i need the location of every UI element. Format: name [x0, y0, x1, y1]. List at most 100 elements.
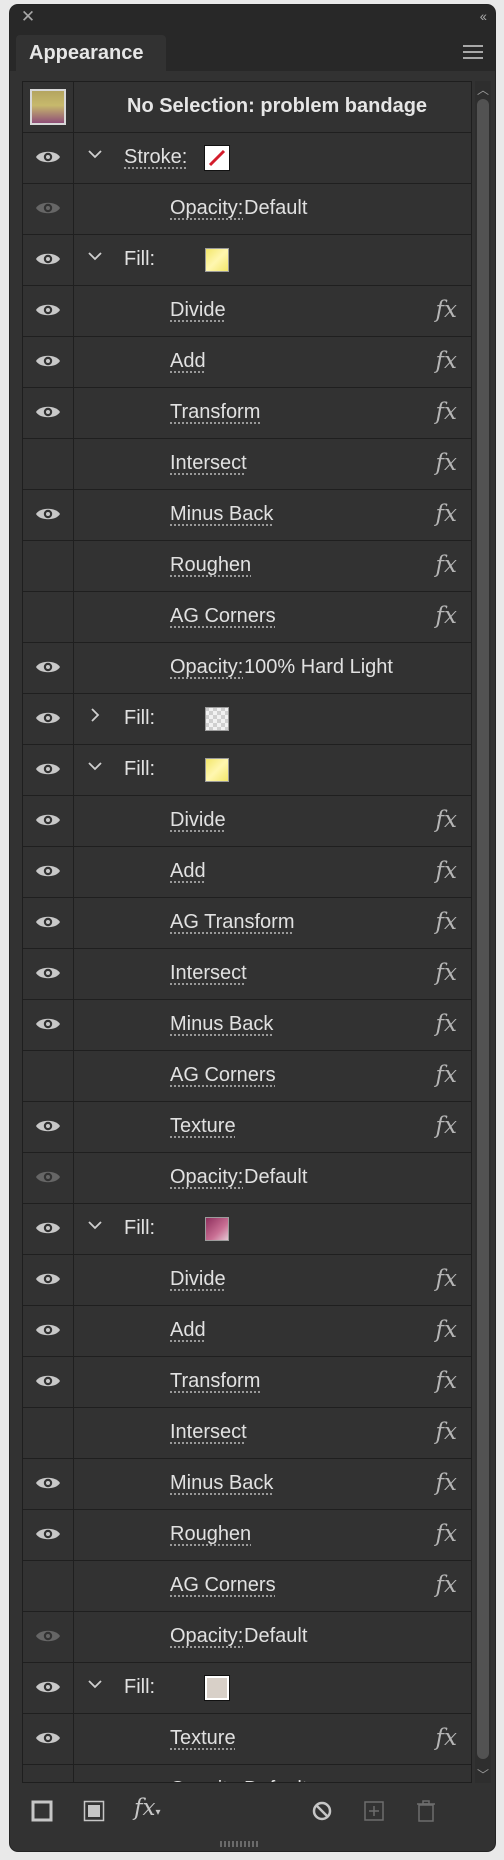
visibility-toggle[interactable] [23, 643, 74, 693]
effect-row[interactable]: Transform fx [23, 1357, 471, 1408]
effect-fx-icon[interactable]: fx [436, 450, 457, 476]
effect-row[interactable]: Intersect fx [23, 949, 471, 1000]
effect-fx-icon[interactable]: fx [436, 603, 457, 629]
visibility-toggle[interactable] [23, 694, 74, 744]
visibility-toggle[interactable] [23, 1714, 74, 1764]
opacity-link[interactable]: Opacity: [170, 197, 243, 220]
effect-fx-icon[interactable]: fx [436, 1572, 457, 1598]
opacity-link[interactable]: Opacity: [170, 1166, 243, 1189]
effect-link[interactable]: Intersect [170, 962, 247, 985]
visibility-toggle[interactable] [23, 235, 74, 285]
chevron-right-icon[interactable] [86, 706, 104, 724]
effect-row[interactable]: Roughen fx [23, 541, 471, 592]
chevron-down-icon[interactable] [86, 1675, 104, 1693]
visibility-toggle[interactable] [23, 1204, 74, 1254]
visibility-toggle[interactable] [23, 1561, 74, 1611]
effect-row[interactable]: Add fx [23, 847, 471, 898]
visibility-toggle[interactable] [23, 592, 74, 642]
effect-row[interactable]: Add fx [23, 337, 471, 388]
effect-link[interactable]: Add [170, 350, 206, 373]
appearance-attribute-row[interactable]: Fill: [23, 745, 471, 796]
visibility-toggle[interactable] [23, 898, 74, 948]
resize-grip[interactable] [220, 1841, 284, 1847]
appearance-attribute-row[interactable]: Fill: [23, 1204, 471, 1255]
hamburger-menu-icon[interactable] [463, 45, 483, 59]
visibility-toggle[interactable] [23, 1051, 74, 1101]
effect-fx-icon[interactable]: fx [436, 858, 457, 884]
visibility-toggle[interactable] [23, 133, 74, 183]
effect-row[interactable]: Divide fx [23, 1255, 471, 1306]
effect-fx-icon[interactable]: fx [436, 348, 457, 374]
effect-fx-icon[interactable]: fx [436, 1521, 457, 1547]
appearance-attribute-row[interactable]: Fill: [23, 694, 471, 745]
fill-color-swatch[interactable] [205, 248, 229, 272]
effect-row[interactable]: Intersect fx [23, 439, 471, 490]
opacity-row[interactable]: Opacity: 100% Hard Light [23, 643, 471, 694]
chevron-down-icon[interactable] [86, 247, 104, 265]
effect-fx-icon[interactable]: fx [436, 1011, 457, 1037]
effect-link[interactable]: Intersect [170, 1421, 247, 1444]
effect-row[interactable]: Add fx [23, 1306, 471, 1357]
effect-fx-icon[interactable]: fx [436, 1419, 457, 1445]
add-effect-icon[interactable]: fx▾ [134, 1795, 161, 1821]
opacity-link[interactable]: Opacity: [170, 1625, 243, 1648]
appearance-attribute-row[interactable]: Fill: [23, 1663, 471, 1714]
effect-row[interactable]: Roughen fx [23, 1510, 471, 1561]
effect-link[interactable]: Add [170, 860, 206, 883]
effect-link[interactable]: Minus Back [170, 1472, 273, 1495]
effect-row[interactable]: Minus Back fx [23, 1459, 471, 1510]
scrollbar-thumb[interactable] [477, 99, 489, 1759]
effect-row[interactable]: AG Corners fx [23, 1051, 471, 1102]
visibility-toggle[interactable] [23, 1000, 74, 1050]
effect-fx-icon[interactable]: fx [436, 807, 457, 833]
visibility-toggle[interactable] [23, 745, 74, 795]
visibility-toggle[interactable] [23, 490, 74, 540]
fill-color-swatch[interactable] [205, 1676, 229, 1700]
visibility-toggle[interactable] [23, 796, 74, 846]
close-icon[interactable]: ✕ [20, 8, 36, 25]
effect-link[interactable]: AG Transform [170, 911, 294, 934]
effect-link[interactable]: Divide [170, 1268, 226, 1291]
visibility-toggle[interactable] [23, 1357, 74, 1407]
visibility-toggle[interactable] [23, 1765, 74, 1782]
opacity-link[interactable]: Opacity: [170, 656, 243, 679]
effect-link[interactable]: Transform [170, 1370, 260, 1393]
attribute-label[interactable]: Stroke: [124, 146, 187, 169]
effect-fx-icon[interactable]: fx [436, 1725, 457, 1751]
effect-link[interactable]: Roughen [170, 1523, 251, 1546]
vertical-scrollbar[interactable]: ︿ ﹀ [475, 81, 491, 1783]
add-new-fill-icon[interactable] [82, 1799, 106, 1823]
effect-fx-icon[interactable]: fx [436, 1317, 457, 1343]
effect-fx-icon[interactable]: fx [436, 399, 457, 425]
effect-row[interactable]: Transform fx [23, 388, 471, 439]
visibility-toggle[interactable] [23, 1510, 74, 1560]
visibility-toggle[interactable] [23, 1459, 74, 1509]
effect-row[interactable]: Texture fx [23, 1714, 471, 1765]
effect-link[interactable]: Minus Back [170, 1013, 273, 1036]
double-chevron-left-icon[interactable]: ‹‹ [480, 8, 487, 24]
visibility-toggle[interactable] [23, 1102, 74, 1152]
visibility-toggle[interactable] [23, 1306, 74, 1356]
chevron-down-icon[interactable] [86, 145, 104, 163]
visibility-toggle[interactable] [23, 949, 74, 999]
effect-link[interactable]: AG Corners [170, 1064, 276, 1087]
opacity-row[interactable]: Opacity:Default [23, 1765, 471, 1782]
effect-fx-icon[interactable]: fx [436, 909, 457, 935]
effect-row[interactable]: Minus Back fx [23, 1000, 471, 1051]
effect-fx-icon[interactable]: fx [436, 1266, 457, 1292]
effect-row[interactable]: Divide fx [23, 286, 471, 337]
effect-link[interactable]: AG Corners [170, 1574, 276, 1597]
tab-appearance[interactable]: Appearance [16, 35, 166, 71]
effect-fx-icon[interactable]: fx [436, 960, 457, 986]
visibility-toggle[interactable] [23, 1255, 74, 1305]
effect-row[interactable]: AG Corners fx [23, 1561, 471, 1612]
effect-fx-icon[interactable]: fx [436, 1470, 457, 1496]
effect-link[interactable]: Intersect [170, 452, 247, 475]
visibility-toggle[interactable] [23, 439, 74, 489]
visibility-toggle[interactable] [23, 388, 74, 438]
visibility-toggle[interactable] [23, 184, 74, 234]
visibility-toggle[interactable] [23, 1663, 74, 1713]
visibility-toggle[interactable] [23, 1612, 74, 1662]
effect-row[interactable]: Texture fx [23, 1102, 471, 1153]
effect-fx-icon[interactable]: fx [436, 297, 457, 323]
